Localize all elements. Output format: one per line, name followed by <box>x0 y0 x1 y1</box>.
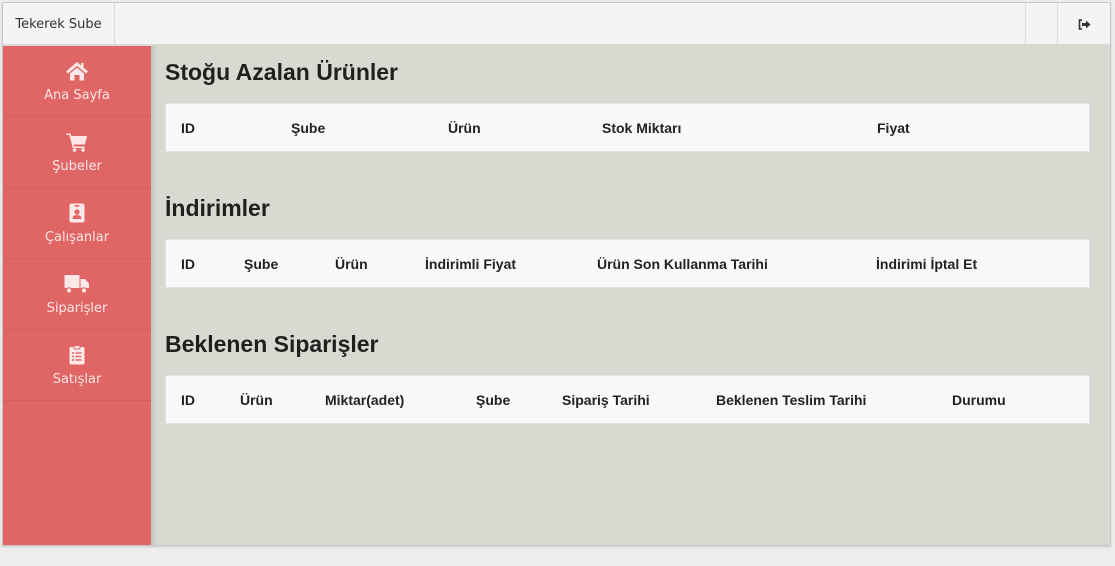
sidebar-item-satislar[interactable]: Satışlar <box>3 330 151 401</box>
id-badge-icon <box>69 203 85 223</box>
sidebar-item-label: Satışlar <box>52 372 102 387</box>
sign-out-icon <box>1078 18 1090 30</box>
sidebar-item-calisanlar[interactable]: Çalışanlar <box>3 188 151 259</box>
low-stock-table-header: ID Şube Ürün Stok Miktarı Fiyat <box>165 103 1090 152</box>
column-header-son-kullanma-tarihi: Ürün Son Kullanma Tarihi <box>597 255 768 272</box>
cart-icon <box>66 133 87 152</box>
column-header-indirimi-iptal-et: İndirimi İptal Et <box>876 255 978 272</box>
column-header-durumu: Durumu <box>952 391 1006 408</box>
sidebar-item-label: Çalışanlar <box>44 230 110 245</box>
section-title-low-stock: Stoğu Azalan Ürünler <box>165 59 398 85</box>
sidebar-item-ana-sayfa[interactable]: Ana Sayfa <box>3 46 151 117</box>
clipboard-list-icon <box>69 345 85 365</box>
sidebar: Ana Sayfa Şubeler Çalışanlar Siparişler … <box>3 46 151 545</box>
column-header-urun: Ürün <box>240 391 273 408</box>
main-content: Stoğu Azalan Ürünler ID Şube Ürün Stok M… <box>165 46 1090 545</box>
sidebar-item-label: Şubeler <box>52 159 102 174</box>
sidebar-item-label: Ana Sayfa <box>44 88 110 103</box>
column-header-miktar: Miktar(adet) <box>325 391 405 408</box>
home-icon <box>66 62 88 81</box>
section-title-pending-orders: Beklenen Siparişler <box>165 331 379 357</box>
discounts-table-header: ID Şube Ürün İndirimli Fiyat Ürün Son Ku… <box>165 239 1090 288</box>
app-window: Tekerek Sube Ana Sayfa Şubeler Çalışanla… <box>2 2 1111 546</box>
column-header-siparis-tarihi: Sipariş Tarihi <box>562 391 650 408</box>
pending-orders-table-header: ID Ürün Miktar(adet) Şube Sipariş Tarihi… <box>165 375 1090 424</box>
logout-button[interactable] <box>1057 3 1110 45</box>
section-title-discounts: İndirimler <box>165 195 270 221</box>
sidebar-item-label: Siparişler <box>46 301 108 316</box>
column-header-id: ID <box>181 255 195 272</box>
column-header-urun: Ürün <box>335 255 368 272</box>
column-header-sube: Şube <box>291 119 326 136</box>
column-header-fiyat: Fiyat <box>877 119 910 136</box>
column-header-id: ID <box>181 391 195 408</box>
column-header-id: ID <box>181 119 195 136</box>
navbar-divider <box>1025 3 1026 45</box>
column-header-stok-miktari: Stok Miktarı <box>602 119 682 136</box>
column-header-sube: Şube <box>244 255 279 272</box>
sidebar-item-siparisler[interactable]: Siparişler <box>3 259 151 330</box>
brand-link[interactable]: Tekerek Sube <box>3 3 115 45</box>
column-header-urun: Ürün <box>448 119 481 136</box>
column-header-beklenen-teslim-tarihi: Beklenen Teslim Tarihi <box>716 391 867 408</box>
top-navbar: Tekerek Sube <box>3 3 1110 45</box>
column-header-sube: Şube <box>476 391 511 408</box>
column-header-indirimli-fiyat: İndirimli Fiyat <box>425 255 517 272</box>
sidebar-item-subeler[interactable]: Şubeler <box>3 117 151 188</box>
truck-icon <box>64 275 89 294</box>
sidebar-shadow <box>151 46 157 545</box>
